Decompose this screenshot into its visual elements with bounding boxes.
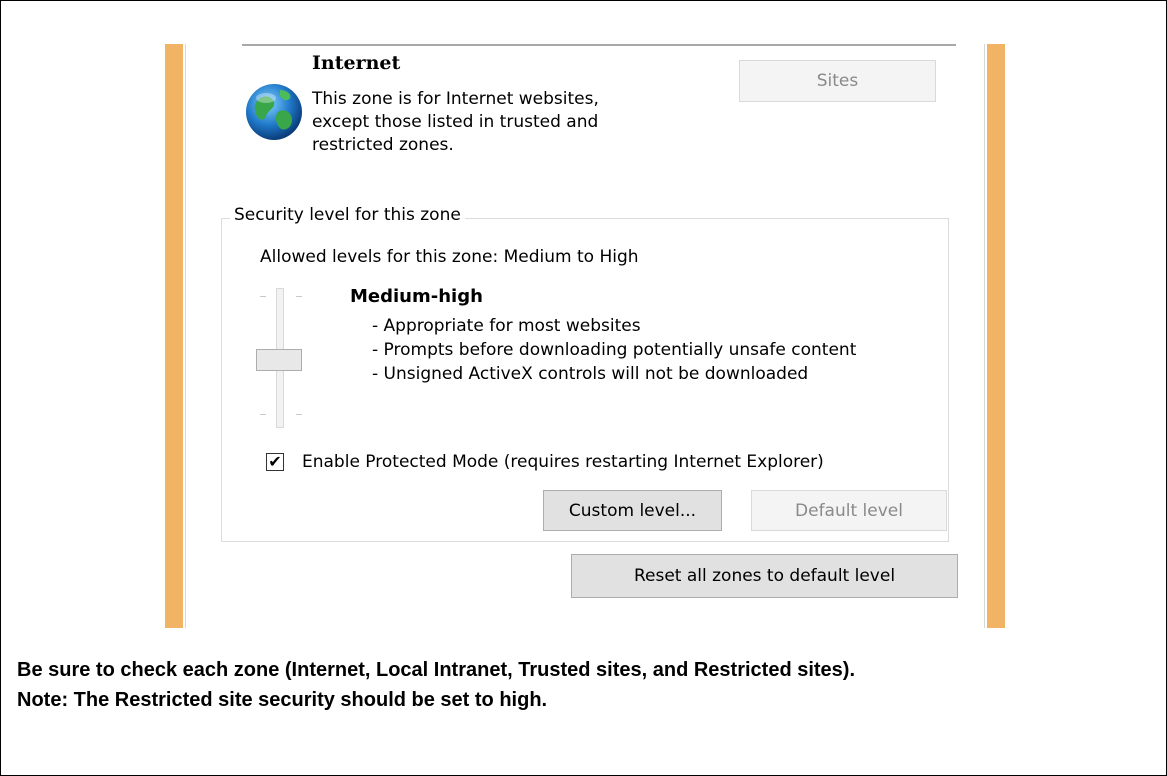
zone-description-line: restricted zones. bbox=[312, 135, 454, 155]
zone-description: This zone is for Internet websites, exce… bbox=[312, 88, 672, 157]
slider-thumb[interactable] bbox=[256, 349, 302, 371]
custom-level-button[interactable]: Custom level... bbox=[543, 490, 722, 531]
zone-title: Internet bbox=[312, 52, 401, 74]
default-level-button[interactable]: Default level bbox=[751, 490, 947, 531]
security-level-name: Medium-high bbox=[350, 286, 483, 307]
zone-list-bottom-edge bbox=[242, 44, 956, 46]
globe-icon bbox=[246, 84, 302, 140]
level-detail-item: - Prompts before downloading potentially… bbox=[372, 340, 857, 360]
sites-button[interactable]: Sites bbox=[739, 60, 936, 102]
level-detail-item: - Unsigned ActiveX controls will not be … bbox=[372, 364, 809, 384]
allowed-levels-text: Allowed levels for this zone: Medium to … bbox=[260, 247, 639, 267]
instruction-line: Be sure to check each zone (Internet, Lo… bbox=[17, 659, 856, 681]
slider-tick bbox=[260, 414, 266, 415]
checkmark-icon: ✔ bbox=[268, 452, 282, 471]
slider-tick bbox=[296, 414, 302, 415]
security-tab-content: Internet This zone is for Internet websi… bbox=[186, 44, 984, 628]
zone-description-line: except those listed in trusted and bbox=[312, 112, 599, 132]
instruction-note: Be sure to check each zone (Internet, Lo… bbox=[17, 655, 1157, 715]
zone-description-line: This zone is for Internet websites, bbox=[312, 89, 599, 109]
instruction-line: Note: The Restricted site security shoul… bbox=[17, 689, 548, 711]
slider-tick bbox=[296, 296, 302, 297]
protected-mode-checkbox[interactable]: ✔ bbox=[266, 453, 284, 471]
security-level-details: - Appropriate for most websites - Prompt… bbox=[372, 314, 856, 386]
protected-mode-label[interactable]: Enable Protected Mode (requires restarti… bbox=[302, 452, 824, 472]
security-settings-panel: Internet This zone is for Internet websi… bbox=[165, 44, 1005, 628]
window-border-right bbox=[987, 44, 1005, 628]
slider-tick bbox=[260, 296, 266, 297]
window-border-left bbox=[165, 44, 183, 628]
level-detail-item: - Appropriate for most websites bbox=[372, 316, 641, 336]
reset-all-zones-button[interactable]: Reset all zones to default level bbox=[571, 554, 958, 598]
security-level-group-label: Security level for this zone bbox=[230, 205, 465, 225]
